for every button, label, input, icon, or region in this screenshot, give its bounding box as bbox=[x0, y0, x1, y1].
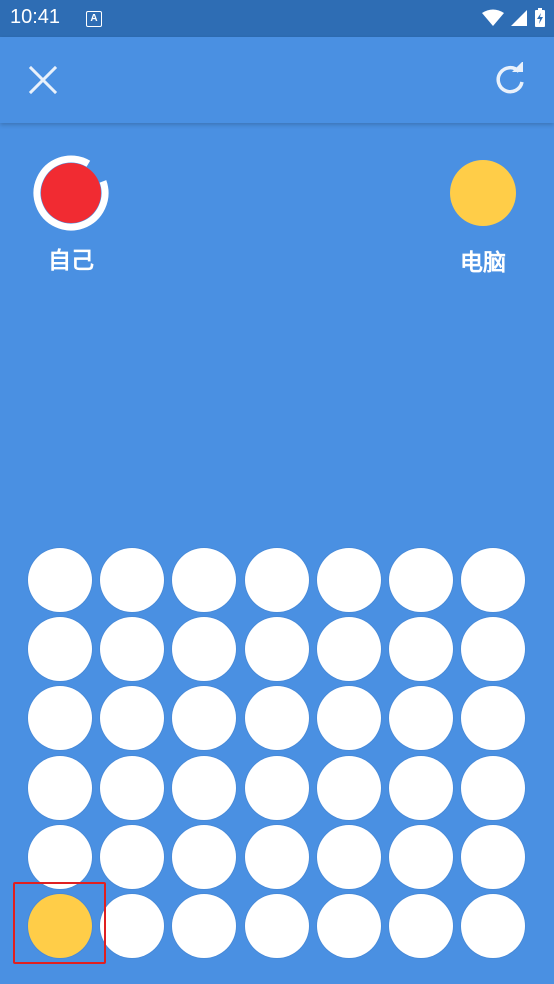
board-cell-r4-c4[interactable] bbox=[244, 755, 309, 820]
board-cell-r1-c1[interactable] bbox=[28, 548, 92, 612]
board-cell-r1-c4[interactable] bbox=[244, 548, 309, 612]
board-cell-r3-c2[interactable] bbox=[100, 686, 165, 751]
board-cell-r2-c5[interactable] bbox=[316, 617, 381, 682]
board-cell-r6-c6[interactable] bbox=[389, 894, 453, 958]
board-cell-r6-c4[interactable] bbox=[244, 894, 309, 958]
board-cell-r6-c3[interactable] bbox=[172, 894, 237, 958]
board-cell-r3-c4[interactable] bbox=[244, 686, 309, 751]
board-cell-r1-c3[interactable] bbox=[172, 548, 237, 612]
board-cell-r1-c5[interactable] bbox=[316, 548, 381, 612]
board-cell-r5-c7[interactable] bbox=[461, 824, 526, 889]
board-cell-r3-c7[interactable] bbox=[461, 686, 526, 751]
highlighted-cell-marker bbox=[13, 882, 106, 964]
board-cell-r5-c5[interactable] bbox=[316, 824, 381, 889]
board-cell-r2-c3[interactable] bbox=[172, 617, 237, 682]
board-cell-r3-c6[interactable] bbox=[389, 686, 453, 751]
board-cell-r4-c3[interactable] bbox=[172, 755, 237, 820]
board-cell-r2-c4[interactable] bbox=[244, 617, 309, 682]
board-cell-r5-c1[interactable] bbox=[28, 824, 92, 889]
board-cell-r4-c6[interactable] bbox=[389, 755, 453, 820]
board-cell-r4-c5[interactable] bbox=[316, 755, 381, 820]
board-cell-r2-c2[interactable] bbox=[100, 617, 165, 682]
board-cell-r6-c2[interactable] bbox=[100, 894, 165, 958]
board-cell-r2-c6[interactable] bbox=[389, 617, 453, 682]
board-cell-r5-c4[interactable] bbox=[244, 824, 309, 889]
board-cell-r3-c3[interactable] bbox=[172, 686, 237, 751]
board-cell-r5-c3[interactable] bbox=[172, 824, 237, 889]
board-cell-r3-c1[interactable] bbox=[28, 686, 92, 751]
board-cell-r1-c2[interactable] bbox=[100, 548, 165, 612]
board-cell-r2-c7[interactable] bbox=[461, 617, 526, 682]
board-cell-r4-c2[interactable] bbox=[100, 755, 165, 820]
board-cell-r6-c7[interactable] bbox=[461, 894, 526, 958]
board-cell-r5-c6[interactable] bbox=[389, 824, 453, 889]
board-cell-r4-c7[interactable] bbox=[461, 755, 526, 820]
board-cell-r1-c7[interactable] bbox=[461, 548, 526, 612]
game-board bbox=[0, 0, 554, 984]
board-cell-r1-c6[interactable] bbox=[389, 548, 453, 612]
board-cell-r5-c2[interactable] bbox=[100, 824, 165, 889]
board-cell-r4-c1[interactable] bbox=[28, 755, 92, 820]
board-cell-r2-c1[interactable] bbox=[28, 617, 92, 682]
board-cell-r3-c5[interactable] bbox=[316, 686, 381, 751]
board-cell-r6-c5[interactable] bbox=[316, 894, 381, 958]
